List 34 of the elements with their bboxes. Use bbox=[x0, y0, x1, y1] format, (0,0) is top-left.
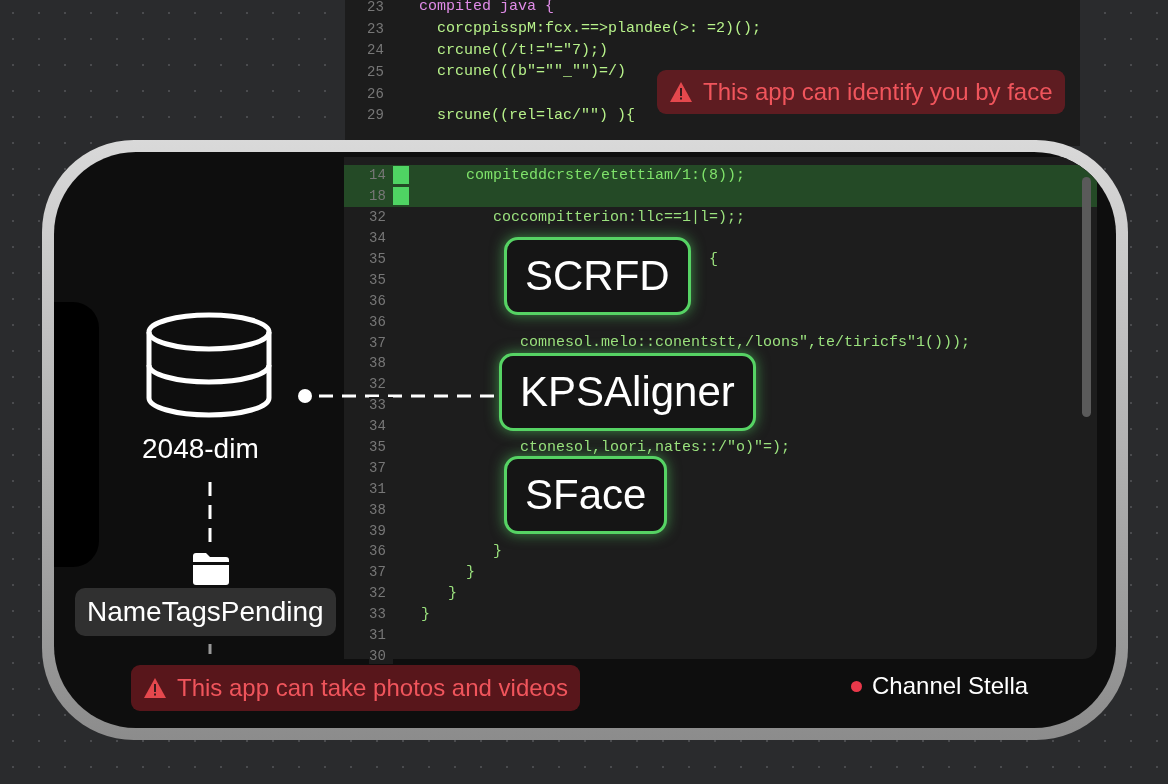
line-number: 26 bbox=[367, 85, 385, 102]
stage-box: KPSAligner bbox=[499, 353, 756, 431]
code-line: } bbox=[421, 605, 430, 623]
warning-text: This app can take photos and videos bbox=[177, 674, 568, 702]
stage-box: SFace bbox=[504, 456, 668, 534]
stage-box: SCRFD bbox=[504, 237, 691, 315]
database-icon bbox=[144, 312, 274, 418]
embedding-label: 2048-dim bbox=[142, 433, 259, 465]
code-line: comnesol.melo::conentstt,/loons",te/tiricfs"1())); bbox=[519, 334, 971, 352]
warning-text: This app can identify you by face bbox=[703, 78, 1053, 106]
code-line: crcune(((b"=""_"")=/) bbox=[436, 63, 627, 81]
code-line: { bbox=[708, 250, 719, 268]
line-number: 23 bbox=[367, 0, 385, 15]
code-line: } bbox=[465, 563, 475, 581]
code-line: compiteddcrste/etettiam/1:(8)); bbox=[465, 166, 746, 184]
line-number: 30 bbox=[369, 647, 393, 664]
line-number: 29 bbox=[367, 107, 385, 124]
warning-icon bbox=[669, 81, 693, 103]
channel-name: Channel Stella bbox=[872, 672, 1029, 700]
code-line: } bbox=[447, 584, 457, 602]
code-line: } bbox=[492, 542, 502, 560]
warning-icon bbox=[143, 677, 167, 699]
code-line: corcppisspM:fcx.==>plandee(>: =2)(); bbox=[436, 20, 762, 38]
folder-icon bbox=[191, 552, 231, 586]
code-line: srcune((rel=lac/"") ){ bbox=[436, 106, 636, 124]
line-number: 24 bbox=[367, 42, 385, 59]
folder-label: NameTagsPending bbox=[75, 588, 336, 636]
code-line: crcune((/t!="="7);) bbox=[436, 41, 609, 59]
code-line: compited java { bbox=[419, 0, 555, 16]
code-line: ctonesol,loori,nates::/"o)"=); bbox=[519, 438, 791, 456]
dashed-connector bbox=[208, 482, 212, 542]
code-line: coccompitterion:llc==1|l=);; bbox=[492, 208, 746, 226]
line-number: 25 bbox=[367, 63, 385, 80]
line-number: 23 bbox=[367, 20, 385, 37]
